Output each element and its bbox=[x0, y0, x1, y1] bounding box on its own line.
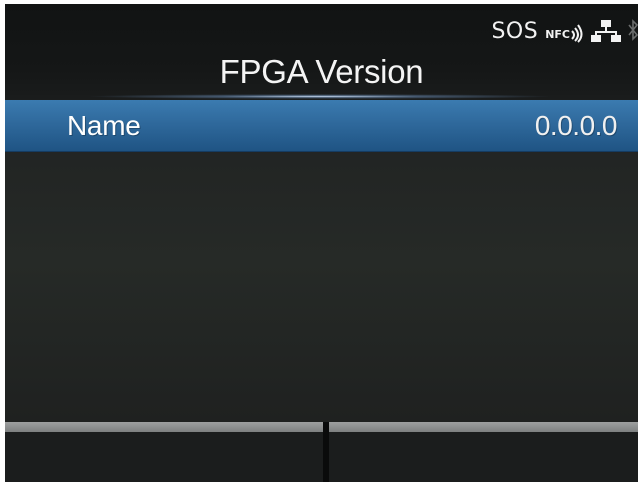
softkey-left-button[interactable] bbox=[5, 432, 323, 482]
softkey-divider bbox=[5, 422, 638, 432]
printer-display: SOS NFC FPGA Version Name 0.0.0.0 bbox=[5, 4, 638, 482]
status-bar: SOS NFC bbox=[491, 16, 638, 46]
nfc-label: NFC bbox=[545, 28, 570, 41]
list-item-name[interactable]: Name 0.0.0.0 bbox=[5, 100, 638, 152]
softkey-separator bbox=[323, 422, 329, 482]
settings-list: Name 0.0.0.0 bbox=[5, 100, 638, 422]
nfc-icon: NFC bbox=[545, 19, 584, 43]
page-title: FPGA Version bbox=[219, 53, 424, 90]
sos-indicator: SOS bbox=[491, 18, 539, 44]
softkey-right-button[interactable] bbox=[329, 432, 638, 482]
wired-lan-icon bbox=[591, 20, 621, 42]
nfc-waves-icon bbox=[571, 24, 583, 43]
header: SOS NFC FPGA Version bbox=[5, 4, 638, 99]
item-label: Name bbox=[67, 110, 141, 141]
title-underline-glow bbox=[85, 94, 555, 99]
bluetooth-icon bbox=[628, 19, 638, 41]
item-value: 0.0.0.0 bbox=[534, 110, 618, 141]
